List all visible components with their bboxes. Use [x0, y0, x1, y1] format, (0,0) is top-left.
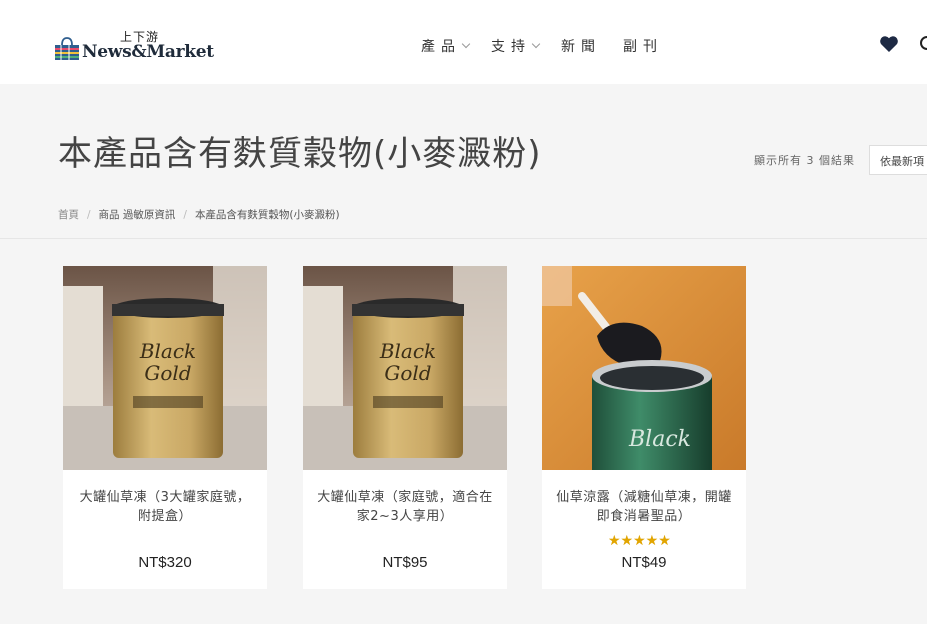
search-icon[interactable]: [920, 36, 927, 50]
nav-item-label: 支持: [491, 39, 531, 55]
svg-text:Gold: Gold: [144, 361, 191, 385]
heart-icon[interactable]: [879, 35, 899, 53]
product-image[interactable]: Black Gold: [303, 266, 507, 470]
svg-text:Black: Black: [139, 339, 196, 363]
logo-main-text: News&Market: [82, 42, 214, 62]
main-nav: 產品 支持 新聞 副刊: [421, 36, 685, 56]
product-card[interactable]: Black 仙草涼露（減糖仙草凍，開罐即食消暑聖品） ★★★★★ ★★★★★ N…: [542, 266, 746, 589]
product-price: NT$49: [621, 554, 667, 571]
breadcrumb-separator: /: [183, 208, 187, 221]
star-rating-filled: ★★★★★: [608, 534, 671, 548]
result-count: 顯示所有 3 個結果: [754, 154, 855, 167]
breadcrumb-current: 本產品含有麩質穀物(小麥澱粉): [194, 209, 340, 221]
product-image[interactable]: Black Gold: [63, 266, 267, 470]
nav-item-label: 產品: [421, 39, 461, 55]
page-title: 本產品含有麩質穀物(小麥澱粉): [58, 134, 542, 174]
nav-item-supplement[interactable]: 副刊: [623, 36, 663, 56]
breadcrumb-separator: /: [87, 208, 91, 221]
chevron-down-icon: [461, 39, 471, 49]
svg-text:Black: Black: [628, 427, 691, 452]
sort-select[interactable]: 依最新項: [869, 145, 927, 175]
svg-text:Gold: Gold: [384, 361, 431, 385]
product-name[interactable]: 仙草涼露（減糖仙草凍，開罐即食消暑聖品）: [554, 488, 734, 526]
breadcrumb: 首頁 / 商品 過敏原資訊 / 本產品含有麩質穀物(小麥澱粉): [58, 207, 340, 222]
product-image[interactable]: Black: [542, 266, 746, 470]
nav-item-products[interactable]: 產品: [421, 36, 471, 56]
product-price: NT$95: [382, 554, 428, 571]
chevron-down-icon: [531, 39, 541, 49]
product-name[interactable]: 大罐仙草凍（家庭號，適合在家2~3人享用）: [315, 488, 495, 526]
product-card[interactable]: Black Gold 大罐仙草凍（3大罐家庭號，附提盒） NT$320: [63, 266, 267, 589]
product-card[interactable]: Black Gold 大罐仙草凍（家庭號，適合在家2~3人享用） NT$95: [303, 266, 507, 589]
product-price: NT$320: [138, 554, 192, 571]
breadcrumb-home-link[interactable]: 首頁: [58, 207, 79, 222]
nav-item-support[interactable]: 支持: [491, 36, 541, 56]
product-name[interactable]: 大罐仙草凍（3大罐家庭號，附提盒）: [75, 488, 255, 526]
shopping-bag-icon: [55, 37, 79, 60]
nav-item-news[interactable]: 新聞: [561, 36, 601, 56]
site-logo[interactable]: 上下游 News&Market: [54, 28, 224, 68]
star-rating: ★★★★★ ★★★★★: [608, 534, 680, 548]
breadcrumb-category-link[interactable]: 商品 過敏原資訊: [99, 207, 176, 222]
nav-item-label: 新聞: [561, 39, 601, 55]
site-header: 上下游 News&Market 產品 支持 新聞 副刊: [0, 0, 927, 84]
nav-item-label: 副刊: [623, 39, 663, 55]
divider: [0, 238, 927, 239]
svg-text:Black: Black: [379, 339, 436, 363]
